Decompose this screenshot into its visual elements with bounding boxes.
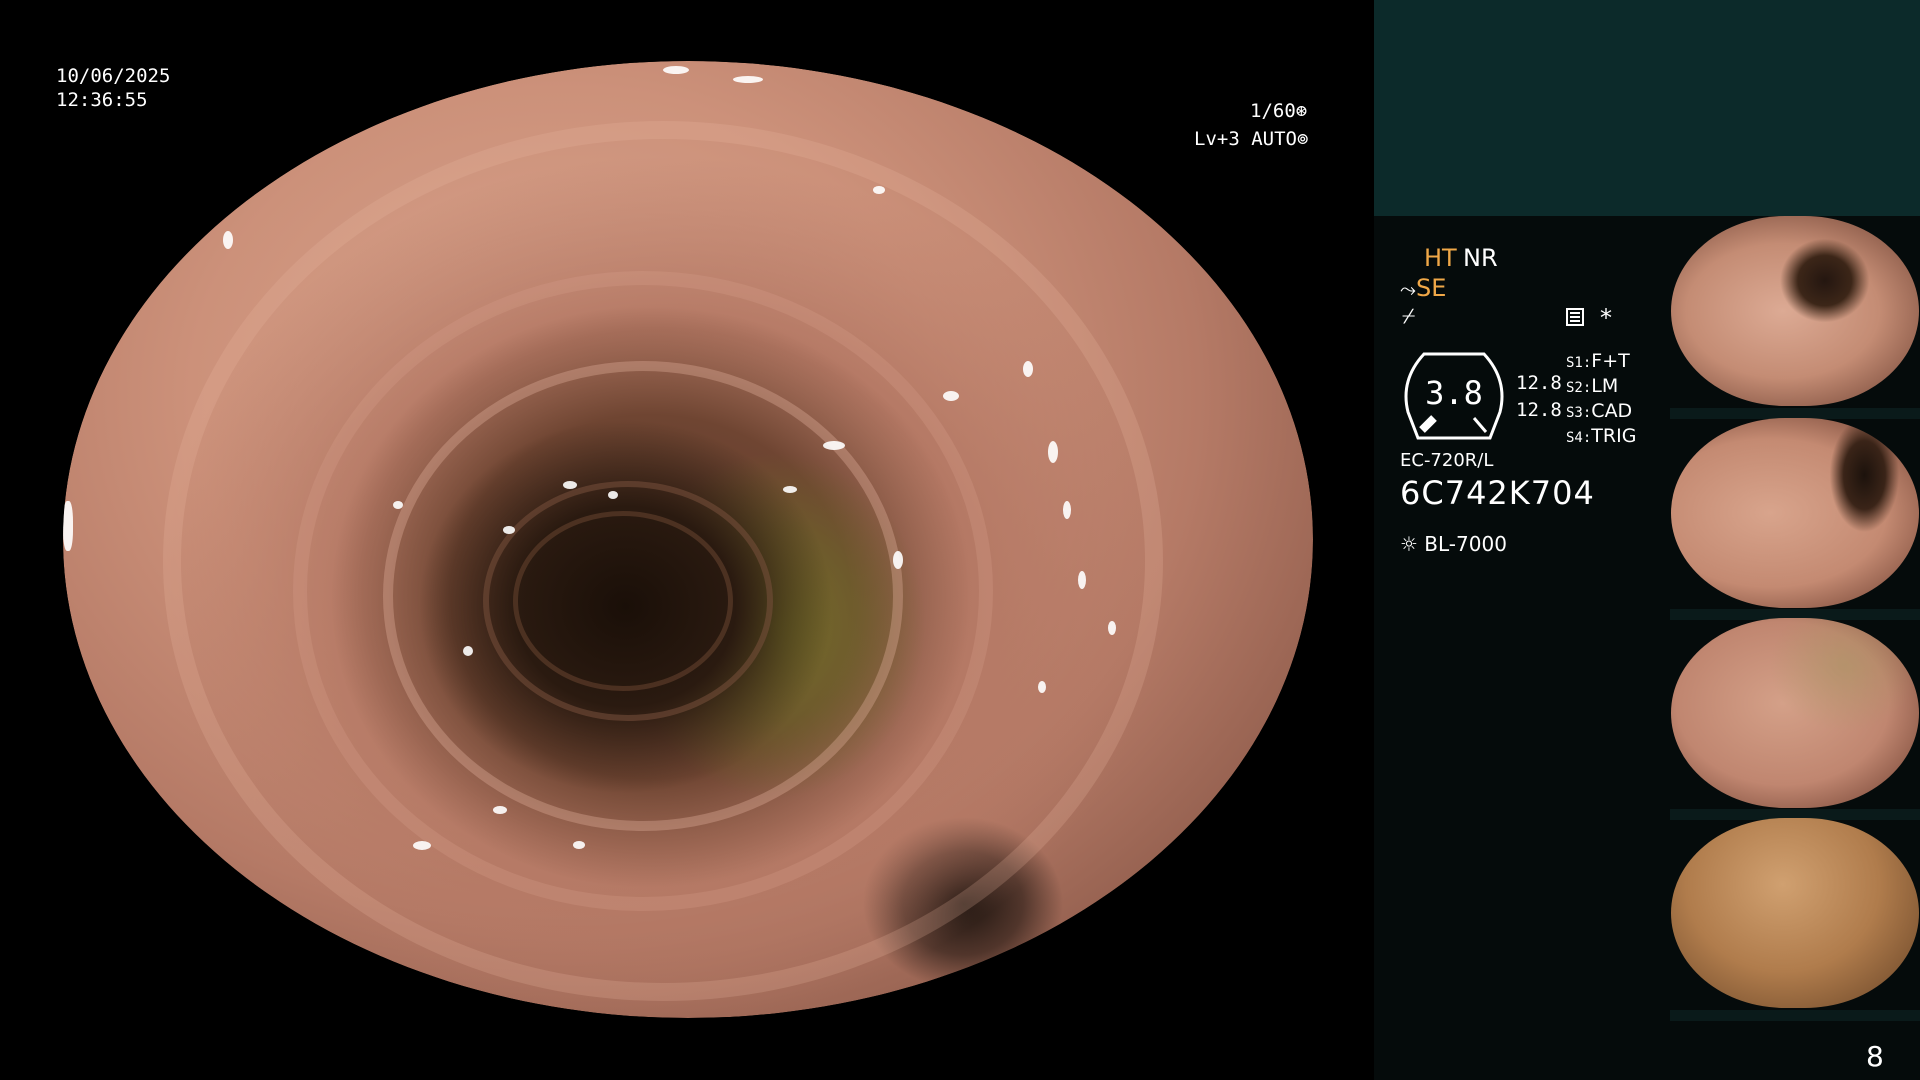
exam-date: 10/06/2025 (56, 65, 171, 87)
page-number: 8 (1866, 1040, 1884, 1073)
structure-enhance-icon: ⤳ (1400, 277, 1416, 301)
mode-nr: NR (1463, 244, 1498, 272)
specular-highlight (823, 441, 845, 450)
thumbnail[interactable]: 6C742K704 (1671, 618, 1919, 808)
shutter-icon: ⊛ (1295, 100, 1308, 122)
thumbnail-label: 6C742K704 (1675, 392, 1722, 401)
thumbnail-strip: 6C742K704 6C742K704 6C742K704 6C742K704 (1670, 216, 1920, 1021)
scope-serial: 6C742K704 (1400, 474, 1595, 512)
specular-highlight (393, 501, 403, 509)
specular-highlight (893, 551, 903, 569)
specular-highlight (783, 486, 797, 493)
specular-highlight (563, 481, 577, 489)
exposure-level: Lv+3 (1194, 128, 1240, 150)
specular-highlight (1048, 441, 1058, 463)
shutter-speed: 1/60 (1250, 100, 1296, 122)
mode-se: SE (1416, 274, 1447, 302)
freeze-icon: ⌿ (1402, 304, 1416, 329)
switch-row: S2:LM (1566, 375, 1619, 397)
specular-highlight (63, 501, 73, 551)
switch-list: S1:F+T S2:LM S3:CAD S4:TRIG (1566, 350, 1636, 450)
switch-row: S3:CAD (1566, 400, 1633, 422)
processor-info: HT NR ⤳SE ⌿ * 3.8 12.8 12.8 S1:F+T S2:LM… (1374, 216, 1670, 1080)
asterisk-indicator: * (1600, 304, 1612, 332)
specular-highlight (1078, 571, 1086, 589)
specular-highlight (663, 66, 689, 74)
specular-highlight (503, 526, 515, 534)
gauge-value: 3.8 (1425, 374, 1483, 412)
specular-highlight (223, 231, 233, 249)
mode-se-row: ⤳SE (1400, 274, 1446, 302)
switch-row: S1:F+T (1566, 350, 1630, 372)
switch-row: S4:TRIG (1566, 425, 1637, 447)
light-source-model: BL-7000 (1424, 532, 1507, 556)
iris-icon: ⊚ (1296, 128, 1309, 150)
specular-highlight (573, 841, 585, 849)
specular-highlight (1063, 501, 1071, 519)
panel-header (1374, 0, 1920, 216)
exposure-readout: Lv+3 AUTO⊚ (1194, 127, 1308, 151)
thumbnail-label: 6C742K704 (1675, 794, 1722, 803)
menu-icon (1566, 308, 1584, 326)
status-panel: HT NR ⤳SE ⌿ * 3.8 12.8 12.8 S1:F+T S2:LM… (1374, 0, 1920, 1080)
thumbnail-divider (1670, 1010, 1920, 1021)
light-source-icon: ☼ (1400, 532, 1418, 556)
shutter-readout: 1/60⊛ (1250, 99, 1307, 123)
thumbnail[interactable]: 6C742K704 (1671, 418, 1919, 608)
specular-highlight (733, 76, 763, 83)
specular-highlight (1108, 621, 1116, 635)
specular-highlight (943, 391, 959, 401)
thumbnail-label: 6C742K704 (1675, 994, 1722, 1003)
readout-2: 12.8 (1516, 399, 1562, 421)
specular-highlight (608, 491, 618, 499)
specular-highlight (1038, 681, 1046, 693)
specular-highlight (493, 806, 507, 814)
exam-time: 12:36:55 (56, 89, 148, 111)
endoscopy-screen: 10/06/2025 12:36:55 1/60⊛ Lv+3 AUTO⊚ HT … (0, 0, 1920, 1080)
iris-mode: AUTO (1251, 128, 1297, 150)
specular-highlight (873, 186, 885, 194)
inner-fold (513, 511, 733, 691)
thumbnail[interactable]: 6C742K704 (1671, 216, 1919, 406)
readout-1: 12.8 (1516, 372, 1562, 394)
specular-highlight (1023, 361, 1033, 377)
thumbnail-label: 6C742K704 (1675, 594, 1722, 603)
thumbnail[interactable]: 6C742K704 (1671, 818, 1919, 1008)
endoscopic-view (63, 61, 1313, 1018)
light-source-row: ☼ BL-7000 (1400, 532, 1507, 556)
mode-ht: HT (1424, 244, 1457, 272)
scope-model: EC-720R/L (1400, 450, 1494, 471)
specular-highlight (413, 841, 431, 850)
specular-highlight (463, 646, 473, 656)
